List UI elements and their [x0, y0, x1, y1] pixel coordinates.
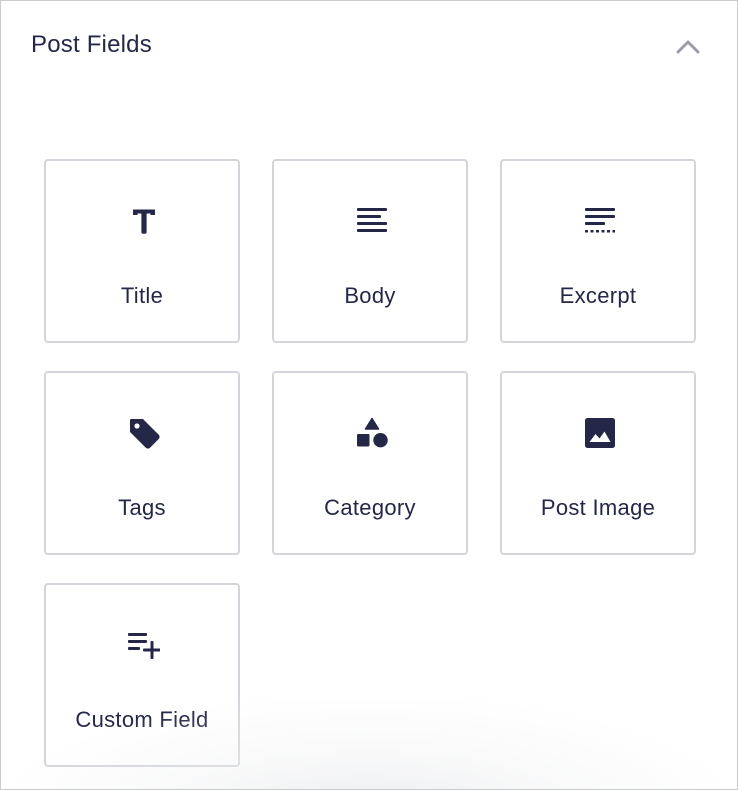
field-label: Custom Field [75, 707, 209, 732]
field-label: Body [344, 283, 396, 308]
align-left-icon [356, 205, 388, 237]
title-icon [128, 205, 160, 237]
panel-header: Post Fields [1, 1, 737, 91]
field-tile-body[interactable]: Body [272, 159, 468, 343]
tag-icon [128, 417, 160, 449]
field-tile-tags[interactable]: Tags [44, 371, 240, 555]
field-tile-post-image[interactable]: Post Image [500, 371, 696, 555]
field-label: Excerpt [559, 283, 637, 308]
collapse-toggle-button[interactable] [669, 29, 707, 63]
field-tile-title[interactable]: Title [44, 159, 240, 343]
shapes-icon [356, 417, 388, 449]
field-label: Category [324, 495, 416, 520]
field-tile-custom-field[interactable]: Custom Field [44, 583, 240, 767]
playlist-add-icon [128, 629, 160, 661]
field-label: Post Image [540, 495, 656, 520]
panel-title: Post Fields [31, 31, 152, 58]
chevron-up-icon [676, 40, 700, 54]
field-tile-excerpt[interactable]: Excerpt [500, 159, 696, 343]
field-tile-category[interactable]: Category [272, 371, 468, 555]
post-fields-panel: Post Fields Title Body Excerpt Tags Cate… [0, 0, 738, 790]
field-label: Tags [118, 495, 166, 520]
image-icon [584, 417, 616, 449]
field-label: Title [120, 283, 164, 308]
excerpt-icon [584, 205, 616, 237]
